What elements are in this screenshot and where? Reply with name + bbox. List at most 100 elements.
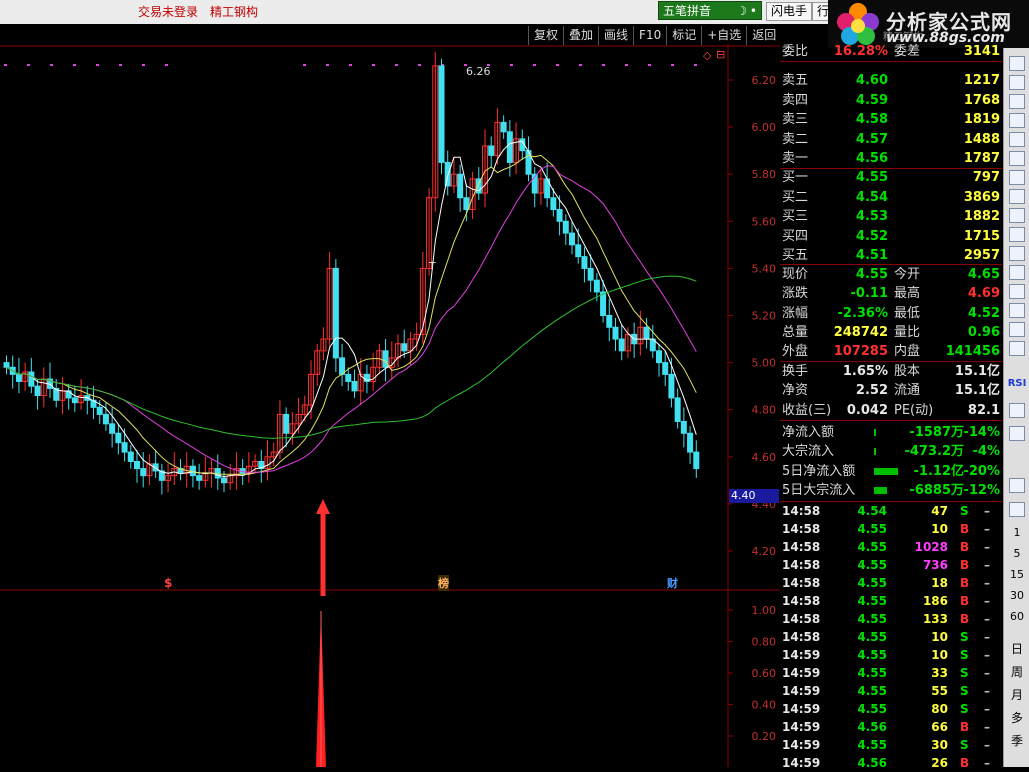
- candle-body[interactable]: [332, 267, 339, 359]
- period-button[interactable]: 日: [1004, 640, 1029, 657]
- candle-body[interactable]: [488, 145, 495, 156]
- red-block-icon[interactable]: [1009, 151, 1025, 166]
- toolbar-mark[interactable]: 标记: [666, 26, 701, 45]
- toolbar-fuquan[interactable]: 复权: [528, 26, 563, 45]
- candle-body[interactable]: [581, 256, 588, 269]
- candle-body[interactable]: [438, 65, 445, 163]
- zoom-icon[interactable]: [1009, 265, 1025, 280]
- candle-body[interactable]: [550, 197, 557, 211]
- candle-body[interactable]: [575, 244, 582, 258]
- toolbar-add-watchlist[interactable]: +自选: [701, 26, 746, 45]
- marker-rank[interactable]: 榜: [438, 575, 449, 591]
- ime-indicator[interactable]: 五笔拼音 ☽ •: [658, 1, 762, 20]
- f-icon[interactable]: [1009, 478, 1025, 493]
- move-icon[interactable]: [1009, 426, 1025, 441]
- period-button[interactable]: 季: [1004, 732, 1029, 749]
- candle-body[interactable]: [668, 373, 675, 399]
- candle-icon[interactable]: [1009, 170, 1025, 185]
- marker-finance[interactable]: 财: [667, 575, 678, 591]
- candle-body[interactable]: [3, 362, 10, 368]
- refresh-icon[interactable]: [1009, 502, 1025, 517]
- candle-body[interactable]: [283, 413, 290, 434]
- time-icon[interactable]: [1009, 322, 1025, 337]
- tick-price: 4.55: [857, 558, 887, 572]
- toolbar-back[interactable]: 返回: [746, 26, 781, 45]
- period-60-button[interactable]: 60: [1004, 610, 1029, 623]
- period-15-button[interactable]: 15: [1004, 568, 1029, 581]
- rsi-button[interactable]: RSI: [1004, 378, 1029, 389]
- kline-chart[interactable]: 6.20 6.00 5.80 5.60 5.40 5.20 5.00 4.80 4.60 4.40…: [0, 44, 780, 767]
- candle-body[interactable]: [562, 220, 569, 234]
- candle-body[interactable]: [587, 267, 594, 281]
- period-button[interactable]: 月: [1004, 686, 1029, 703]
- candle-body[interactable]: [140, 468, 147, 477]
- candle-body[interactable]: [15, 373, 22, 382]
- candle-body[interactable]: [109, 423, 116, 434]
- image-icon[interactable]: [1009, 246, 1025, 261]
- candle-body[interactable]: [401, 343, 408, 352]
- period-1-button[interactable]: 1: [1004, 526, 1029, 539]
- candle-body[interactable]: [127, 451, 134, 463]
- toolbar-f10[interactable]: F10: [633, 26, 666, 45]
- candle-body[interactable]: [612, 326, 619, 340]
- candle-body[interactable]: [28, 371, 35, 387]
- period-button[interactable]: 周: [1004, 663, 1029, 680]
- flash-trade-button[interactable]: 闪电手: [766, 2, 813, 21]
- candle-body[interactable]: [506, 131, 513, 163]
- candle-body[interactable]: [643, 326, 650, 340]
- quote-separator: [780, 61, 1002, 62]
- period-button[interactable]: 多: [1004, 709, 1029, 726]
- candle-body[interactable]: [121, 442, 128, 453]
- grid-icon[interactable]: [1009, 94, 1025, 109]
- candle-body[interactable]: [680, 420, 687, 434]
- stat-value: 1.65%: [842, 364, 888, 379]
- candle-body[interactable]: [339, 357, 346, 375]
- candle-body[interactable]: [115, 432, 122, 444]
- candle-body[interactable]: [102, 413, 109, 425]
- f10-icon[interactable]: [1009, 227, 1025, 242]
- period-5-button[interactable]: 5: [1004, 547, 1029, 560]
- candle-body[interactable]: [618, 338, 625, 352]
- candle-body[interactable]: [221, 477, 227, 484]
- function-icon[interactable]: [1009, 284, 1025, 299]
- candle-body[interactable]: [96, 406, 103, 415]
- candle-body[interactable]: [693, 451, 700, 470]
- candle-body[interactable]: [500, 121, 507, 133]
- copy-icon[interactable]: [1009, 403, 1025, 418]
- candle-body[interactable]: [382, 350, 389, 368]
- candle-body[interactable]: [134, 461, 140, 470]
- candle-body[interactable]: [457, 173, 464, 199]
- candle-body[interactable]: [569, 232, 575, 246]
- window-icon[interactable]: [1009, 189, 1025, 204]
- list-icon[interactable]: [1009, 208, 1025, 223]
- candle-body[interactable]: [214, 468, 221, 479]
- candle-body[interactable]: [34, 385, 41, 397]
- login-status[interactable]: 交易未登录: [138, 3, 198, 20]
- chart-type-icon[interactable]: [1009, 75, 1025, 90]
- news-icon[interactable]: [1009, 303, 1025, 318]
- toolbar-draw[interactable]: 画线: [598, 26, 633, 45]
- candle-body[interactable]: [687, 432, 694, 453]
- candle-body[interactable]: [556, 209, 563, 222]
- tick-volume: 26: [931, 756, 948, 770]
- table-icon[interactable]: [1009, 132, 1025, 147]
- candle-body[interactable]: [593, 279, 600, 293]
- candle-body[interactable]: [656, 350, 662, 364]
- toolbar-overlay[interactable]: 叠加: [563, 26, 598, 45]
- candle-body[interactable]: [196, 475, 203, 481]
- flow-percent: -4%: [972, 444, 1000, 460]
- candle-body[interactable]: [71, 397, 78, 404]
- indicator-dot: [142, 64, 145, 66]
- period-30-button[interactable]: 30: [1004, 589, 1029, 602]
- candle-body[interactable]: [662, 362, 669, 375]
- candle-body[interactable]: [606, 315, 613, 328]
- trend-icon[interactable]: [1009, 341, 1025, 356]
- candle-body[interactable]: [345, 373, 352, 382]
- candle-body[interactable]: [189, 465, 196, 477]
- candle-body[interactable]: [600, 291, 607, 316]
- candle-body[interactable]: [674, 397, 681, 422]
- minute-chart-icon[interactable]: [1009, 113, 1025, 128]
- scroll-up-icon[interactable]: [1009, 56, 1025, 71]
- marker-dollar[interactable]: $: [164, 576, 172, 590]
- candle-body[interactable]: [351, 380, 358, 392]
